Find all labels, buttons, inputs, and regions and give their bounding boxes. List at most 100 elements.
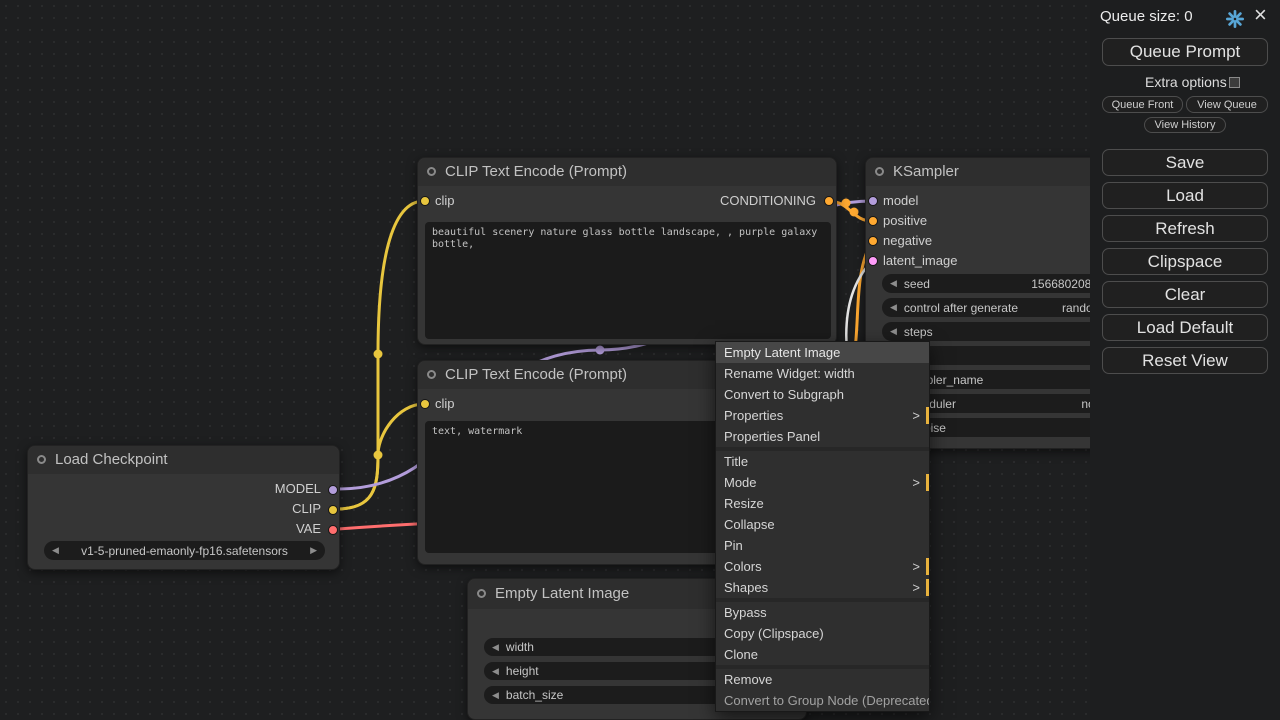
menu-item-convert-to-subgraph[interactable]: Convert to Subgraph bbox=[716, 384, 929, 405]
menu-item-copy-clipspace[interactable]: Copy (Clipspace) bbox=[716, 623, 929, 644]
close-icon[interactable]: × bbox=[1254, 2, 1267, 28]
submenu-chevron-icon: > bbox=[912, 472, 920, 493]
menu-item-rename-widget[interactable]: Rename Widget: width bbox=[716, 363, 929, 384]
queue-size-label: Queue size: 0 bbox=[1100, 8, 1193, 25]
link-midpoint-dot[interactable] bbox=[374, 451, 383, 460]
menu-item-label: Mode bbox=[724, 475, 757, 490]
model-output-dot[interactable] bbox=[328, 485, 338, 495]
input-slot-latent-image: latent_image bbox=[883, 251, 957, 271]
input-slot-positive: positive bbox=[883, 211, 927, 231]
comfy-menu-panel: Queue size: 0 × Queue Prompt Extra optio… bbox=[1090, 0, 1280, 720]
settings-gear-icon[interactable] bbox=[1226, 10, 1244, 28]
widget-label: seed bbox=[904, 277, 930, 291]
output-slot-vae: VAE bbox=[296, 519, 321, 539]
collapse-dot-icon[interactable] bbox=[477, 589, 486, 598]
menu-item-collapse[interactable]: Collapse bbox=[716, 514, 929, 535]
clipspace-button[interactable]: Clipspace bbox=[1102, 248, 1268, 275]
input-slot-negative: negative bbox=[883, 231, 932, 251]
decrement-arrow-icon[interactable]: ◀ bbox=[492, 642, 499, 653]
prev-arrow-icon[interactable]: ◀ bbox=[52, 545, 59, 556]
widget-label: control after generate bbox=[904, 301, 1018, 315]
output-slot-clip: CLIP bbox=[292, 499, 321, 519]
next-arrow-icon[interactable]: ▶ bbox=[310, 545, 317, 556]
load-default-button[interactable]: Load Default bbox=[1102, 314, 1268, 341]
node-title-bar[interactable]: CLIP Text Encode (Prompt) bbox=[418, 158, 836, 186]
prompt-textarea[interactable]: beautiful scenery nature glass bottle la… bbox=[425, 222, 831, 339]
save-button[interactable]: Save bbox=[1102, 149, 1268, 176]
output-slot-conditioning: CONDITIONING bbox=[720, 191, 816, 211]
widget-label: height bbox=[506, 664, 539, 678]
context-menu-title: Empty Latent Image bbox=[716, 342, 929, 363]
node-title-bar[interactable]: Load Checkpoint bbox=[28, 446, 339, 474]
menu-item-shapes[interactable]: Shapes > bbox=[716, 577, 929, 598]
widget-label: width bbox=[506, 640, 534, 654]
menu-item-pin[interactable]: Pin bbox=[716, 535, 929, 556]
submenu-indicator-bar bbox=[926, 407, 929, 424]
clip-input-dot[interactable] bbox=[420, 196, 430, 206]
node-title: CLIP Text Encode (Prompt) bbox=[445, 163, 627, 180]
link-midpoint-dot[interactable] bbox=[596, 346, 605, 355]
collapse-dot-icon[interactable] bbox=[427, 370, 436, 379]
widget-label: steps bbox=[904, 325, 933, 339]
submenu-chevron-icon: > bbox=[912, 577, 920, 598]
link-midpoint-dot[interactable] bbox=[850, 208, 859, 217]
input-slot-clip: clip bbox=[435, 191, 455, 211]
node-load-checkpoint[interactable]: Load Checkpoint MODEL CLIP VAE ◀ v1-5-pr… bbox=[27, 445, 340, 570]
clip-output-dot[interactable] bbox=[328, 505, 338, 515]
menu-item-properties[interactable]: Properties > bbox=[716, 405, 929, 426]
node-title: Load Checkpoint bbox=[55, 451, 168, 468]
vae-output-dot[interactable] bbox=[328, 525, 338, 535]
decrement-arrow-icon[interactable]: ◀ bbox=[890, 326, 897, 337]
node-title: KSampler bbox=[893, 163, 959, 180]
menu-item-label: Colors bbox=[724, 559, 762, 574]
extra-options-checkbox[interactable] bbox=[1229, 77, 1240, 88]
link-midpoint-dot[interactable] bbox=[374, 350, 383, 359]
decrement-arrow-icon[interactable]: ◀ bbox=[492, 690, 499, 701]
clear-button[interactable]: Clear bbox=[1102, 281, 1268, 308]
menu-item-remove[interactable]: Remove bbox=[716, 669, 929, 690]
output-slot-model: MODEL bbox=[275, 479, 321, 499]
submenu-chevron-icon: > bbox=[912, 405, 920, 426]
collapse-dot-icon[interactable] bbox=[427, 167, 436, 176]
node-clip-text-encode-positive[interactable]: CLIP Text Encode (Prompt) clip CONDITION… bbox=[417, 157, 837, 345]
menu-item-clone[interactable]: Clone bbox=[716, 644, 929, 665]
node-title: CLIP Text Encode (Prompt) bbox=[445, 366, 627, 383]
node-graph-canvas[interactable]: Load Checkpoint MODEL CLIP VAE ◀ v1-5-pr… bbox=[0, 0, 1280, 720]
submenu-indicator-bar bbox=[926, 558, 929, 575]
conditioning-output-dot[interactable] bbox=[824, 196, 834, 206]
menu-item-convert-to-group-node[interactable]: Convert to Group Node (Deprecated) bbox=[716, 690, 929, 711]
collapse-dot-icon[interactable] bbox=[37, 455, 46, 464]
reset-view-button[interactable]: Reset View bbox=[1102, 347, 1268, 374]
extra-options-label: Extra options bbox=[1145, 74, 1227, 90]
queue-prompt-button[interactable]: Queue Prompt bbox=[1102, 38, 1268, 66]
positive-input-dot[interactable] bbox=[868, 216, 878, 226]
context-menu: Empty Latent Image Rename Widget: width … bbox=[715, 341, 930, 712]
negative-input-dot[interactable] bbox=[868, 236, 878, 246]
menu-item-colors[interactable]: Colors > bbox=[716, 556, 929, 577]
menu-item-mode[interactable]: Mode > bbox=[716, 472, 929, 493]
view-queue-button[interactable]: View Queue bbox=[1186, 96, 1268, 113]
input-slot-model: model bbox=[883, 191, 918, 211]
menu-item-bypass[interactable]: Bypass bbox=[716, 602, 929, 623]
refresh-button[interactable]: Refresh bbox=[1102, 215, 1268, 242]
decrement-arrow-icon[interactable]: ◀ bbox=[492, 666, 499, 677]
ckpt-name-widget[interactable]: ◀ v1-5-pruned-emaonly-fp16.safetensors ▶ bbox=[44, 541, 325, 560]
view-history-button[interactable]: View History bbox=[1144, 117, 1226, 133]
model-input-dot[interactable] bbox=[868, 196, 878, 206]
submenu-indicator-bar bbox=[926, 579, 929, 596]
submenu-indicator-bar bbox=[926, 474, 929, 491]
load-button[interactable]: Load bbox=[1102, 182, 1268, 209]
clip-input-dot[interactable] bbox=[420, 399, 430, 409]
link-midpoint-dot[interactable] bbox=[842, 199, 851, 208]
decrement-arrow-icon[interactable]: ◀ bbox=[890, 302, 897, 313]
menu-item-properties-panel[interactable]: Properties Panel bbox=[716, 426, 929, 447]
menu-item-resize[interactable]: Resize bbox=[716, 493, 929, 514]
decrement-arrow-icon[interactable]: ◀ bbox=[890, 278, 897, 289]
menu-item-label: Properties bbox=[724, 408, 783, 423]
latent-input-dot[interactable] bbox=[868, 256, 878, 266]
queue-front-button[interactable]: Queue Front bbox=[1102, 96, 1183, 113]
menu-item-label: Shapes bbox=[724, 580, 768, 595]
menu-item-title[interactable]: Title bbox=[716, 451, 929, 472]
collapse-dot-icon[interactable] bbox=[875, 167, 884, 176]
node-title: Empty Latent Image bbox=[495, 585, 629, 602]
